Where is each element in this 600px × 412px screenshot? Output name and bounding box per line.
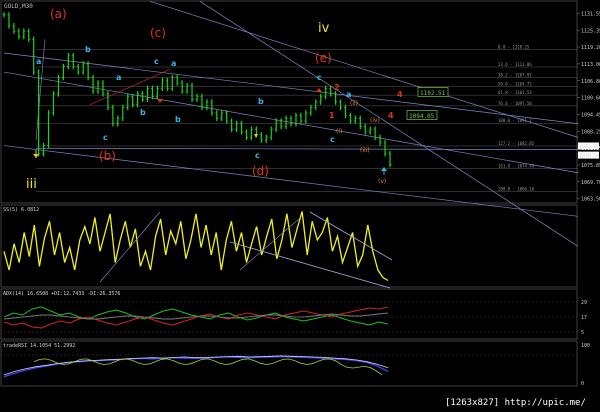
- chart-title: GOLD,M30: [4, 3, 33, 10]
- wave-label-blue: b: [175, 115, 181, 124]
- wave-label-blue: a: [116, 73, 121, 82]
- axis-tick-label: 1063.50: [581, 197, 600, 203]
- axis-tick-label: 1100.60: [581, 96, 600, 102]
- fib-label: 38.2 - 1107.91: [498, 73, 532, 78]
- wave-label-red: 2: [334, 83, 340, 92]
- ss-title: SS(5) 6.0812: [3, 207, 39, 213]
- axis-tick-label: 1106.80: [581, 79, 600, 85]
- level-box-label: 1094.05: [409, 113, 435, 120]
- wave-label-orange: (iv): [370, 117, 380, 124]
- adx-tick-label: 29: [581, 300, 587, 306]
- fib-label: 23.6 - 1111.86: [498, 62, 532, 67]
- watermark: [1263x827] http://upic.me/: [445, 398, 586, 408]
- wave-label-blue: b: [140, 108, 146, 117]
- wave-label-orange: (i): [336, 128, 342, 135]
- wave-label-red: (e): [315, 51, 332, 65]
- fib-label: 0.0 - 1118.25: [498, 45, 530, 50]
- axis-tick-label: 1131.55: [581, 11, 600, 17]
- price-tag-label: 1079.31: [579, 154, 600, 160]
- wave-label-red: (a): [50, 7, 67, 21]
- wave-label-yellow: iii: [26, 177, 37, 192]
- rsi-title: tradeRSI 14.1054 51.2992: [3, 343, 75, 349]
- wave-label-blue: b: [85, 45, 91, 54]
- fib-label: 50.0 - 1104.72: [498, 81, 532, 86]
- adx-title: ADX(14) 16.6508 +DI:12.7433 -DI:26.3576: [3, 291, 120, 297]
- wave-label-blue: a: [36, 57, 41, 66]
- axis-tick-label: 1113.00: [581, 62, 600, 68]
- axis-tick-label: 1088.25: [581, 129, 600, 135]
- rsi-tick-label: 0: [581, 381, 584, 387]
- wave-label-blue: a: [171, 59, 176, 68]
- fib-label: 100.0 - 1091.2: [498, 118, 532, 123]
- fib-label: 127.2 - 1082.85: [498, 141, 535, 146]
- wave-label-blue: c: [255, 151, 260, 160]
- wave-label-blue: b: [258, 97, 264, 106]
- adx-tick-label: 5: [581, 330, 584, 336]
- axis-tick-label: 1075.85: [581, 163, 600, 169]
- wave-label-orange: (ii): [350, 100, 358, 107]
- ss-panel-frame: [0, 204, 578, 288]
- main-panel-frame: [0, 0, 578, 204]
- wave-label-red: (d): [252, 164, 269, 178]
- wave-label-blue: c: [154, 57, 159, 66]
- fib-label: 76.4 - 1097.58: [498, 101, 532, 106]
- wave-label-yellow: iv: [318, 21, 330, 36]
- axis-tick-label: 1069.70: [581, 180, 600, 186]
- trading-chart: GOLD,M30 0.0 - 1118.25 23.6 - 1111.86 38.2…: [0, 0, 600, 408]
- axis-tick-label: 1094.45: [581, 112, 600, 118]
- rsi-panel-frame: [0, 340, 578, 387]
- wave-label-red: 1: [329, 111, 335, 120]
- wave-label-red: (b): [99, 149, 116, 163]
- axis-tick-label: 1125.35: [581, 28, 600, 34]
- axis-tick-label: 1119.20: [581, 45, 600, 51]
- wave-label-red: 4: [397, 90, 403, 99]
- fib-label: 61.8 - 1101.53: [498, 90, 532, 95]
- rsi-tick-label: 100: [581, 343, 590, 349]
- level-box-label: 1102.51: [420, 90, 446, 97]
- wave-label-red: 4: [388, 111, 394, 120]
- wave-label-blue: c: [103, 133, 108, 142]
- adx-tick-label: 17: [581, 315, 587, 321]
- wave-label-blue: a: [346, 90, 351, 99]
- price-tag-label: 1082.65: [579, 145, 600, 151]
- wave-label-orange: (iii): [360, 147, 370, 154]
- wave-label-blue: c: [317, 73, 322, 82]
- wave-label-blue: c: [330, 135, 335, 144]
- fib-label: 200.0 - 1066.16: [498, 186, 535, 191]
- wave-label-orange: (v): [378, 178, 386, 185]
- wave-label-red: (c): [150, 26, 166, 40]
